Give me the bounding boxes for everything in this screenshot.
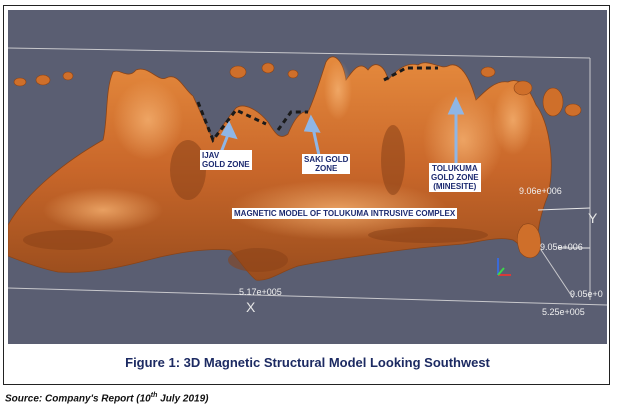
label-saki-line1: SAKI GOLD — [304, 155, 349, 164]
x-tick-1: 5.17e+005 — [239, 287, 282, 297]
y-axis-letter: Y — [588, 210, 598, 226]
figure-frame: IJAV GOLD ZONE SAKI GOLD ZONE TOLUKUMA G… — [3, 5, 610, 385]
label-saki-line2: ZONE — [315, 164, 338, 173]
x-axis-letter: X — [246, 299, 256, 315]
y-tick-2: 9.05e+006 — [540, 242, 583, 252]
y-tick-1: 9.06e+006 — [519, 186, 562, 196]
label-tolukuma-line1: TOLUKUMA — [431, 164, 478, 173]
source-suffix: July 2019) — [157, 393, 209, 405]
label-tolukuma-line2: GOLD ZONE — [431, 173, 479, 182]
label-tolukuma-gold-zone: TOLUKUMA GOLD ZONE (MINESITE) — [429, 163, 481, 192]
label-magnetic-model: MAGNETIC MODEL OF TOLUKUMA INTRUSIVE COM… — [232, 208, 458, 219]
magnetic-model-render — [8, 10, 607, 344]
source-prefix: Source: Company's Report (10 — [5, 393, 151, 405]
source-note: Source: Company's Report (10th July 2019… — [5, 392, 209, 404]
x-tick-2: 5.25e+005 — [542, 307, 585, 317]
label-saki-gold-zone: SAKI GOLD ZONE — [302, 154, 351, 174]
figure-caption: Figure 1: 3D Magnetic Structural Model L… — [125, 355, 490, 370]
label-ijav-gold-zone: IJAV GOLD ZONE — [200, 150, 252, 170]
y-tick-3: 9.05e+0 — [570, 289, 603, 299]
label-ijav-line1: IJAV — [202, 151, 220, 160]
label-ijav-line2: GOLD ZONE — [202, 160, 250, 169]
label-tolukuma-line3: (MINESITE) — [433, 182, 477, 191]
